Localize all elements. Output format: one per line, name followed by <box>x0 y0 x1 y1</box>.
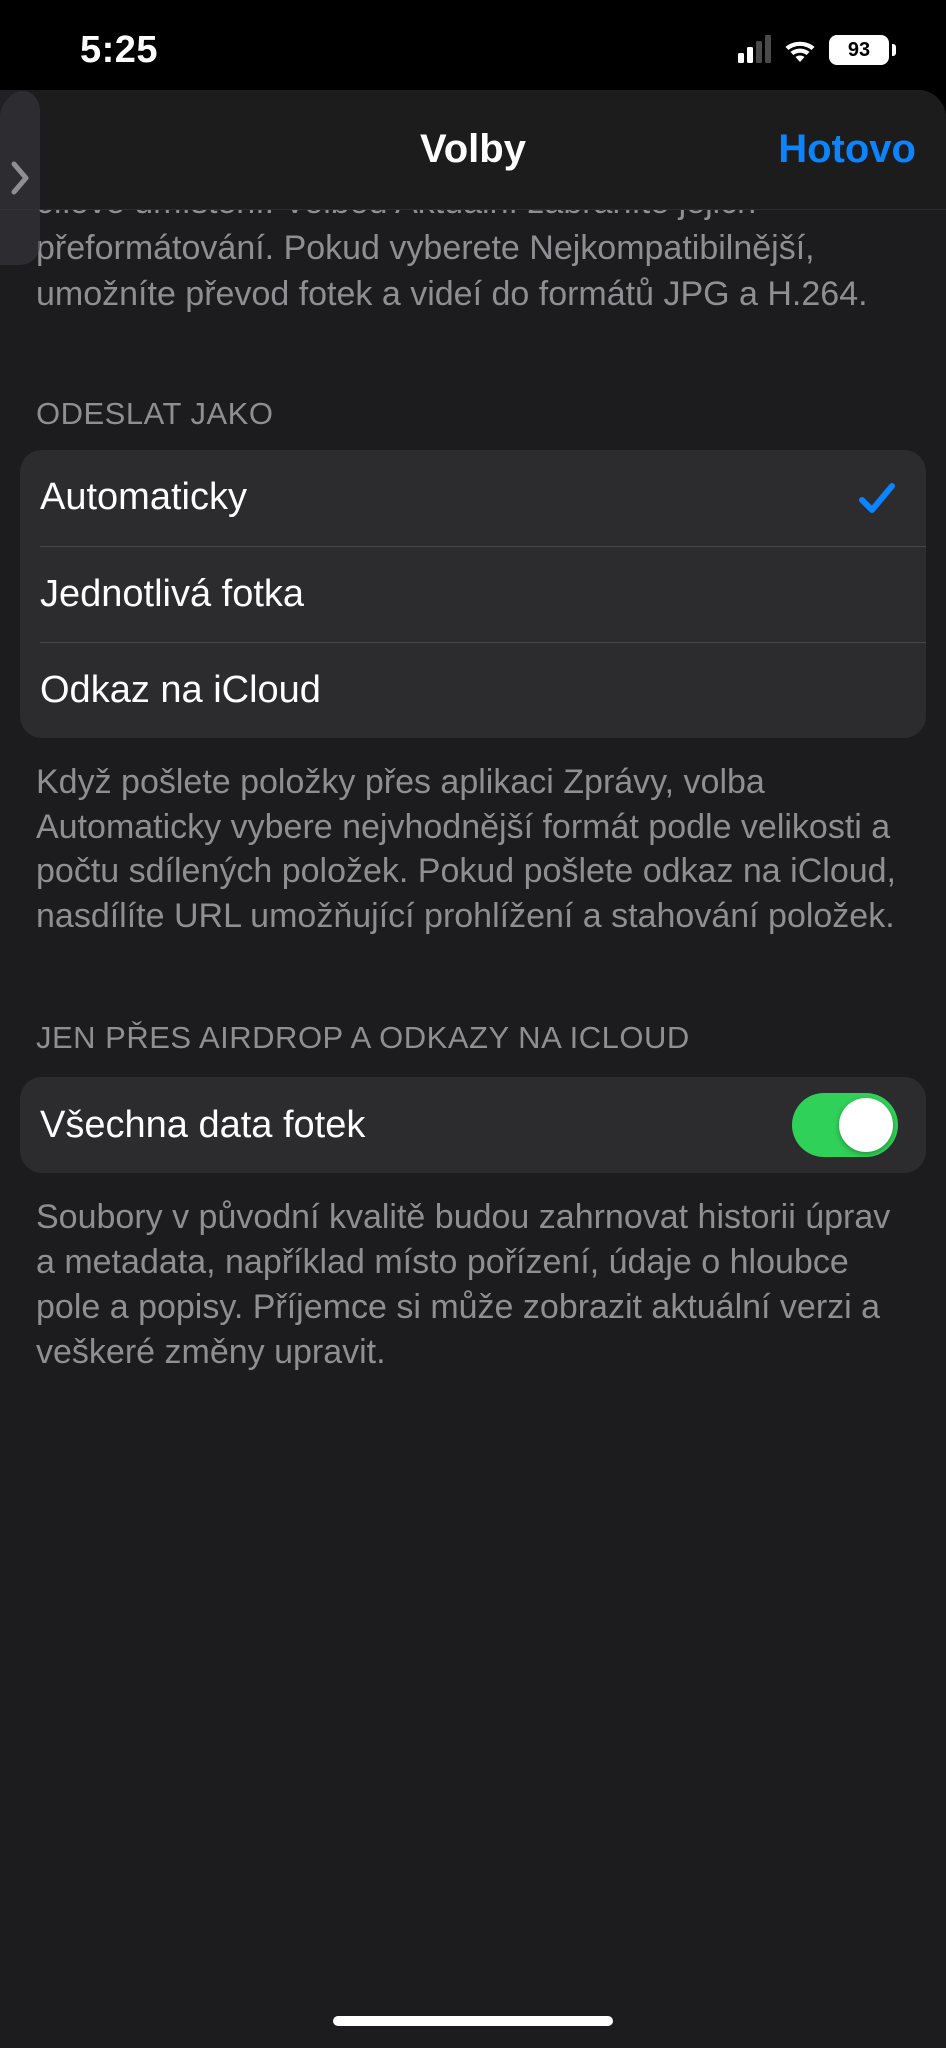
nav-title: Volby <box>420 127 526 172</box>
previous-section-footer: cílové umístění. Volbou Aktuální zabrání… <box>0 210 946 318</box>
nav-bar: Volby Hotovo <box>0 90 946 210</box>
options-sheet: Volby Hotovo cílové umístění. Volbou Akt… <box>0 90 946 2048</box>
row-label: Všechna data fotek <box>40 1104 365 1147</box>
battery-level: 93 <box>848 39 870 62</box>
status-indicators: 93 <box>738 35 896 65</box>
checkmark-icon <box>854 476 898 520</box>
send-as-footer: Když pošlete položky přes aplikaci Zpráv… <box>0 738 946 940</box>
all-photo-data-row[interactable]: Všechna data fotek <box>20 1077 926 1173</box>
send-as-header: ODESLAT JAKO <box>0 396 946 450</box>
option-label: Automaticky <box>40 476 247 519</box>
home-indicator[interactable] <box>333 2016 613 2026</box>
cellular-signal-icon <box>738 37 771 63</box>
back-edge-button[interactable] <box>0 90 40 265</box>
content-scroll[interactable]: cílové umístění. Volbou Aktuální zabrání… <box>0 210 946 2048</box>
option-label: Odkaz na iCloud <box>40 669 321 712</box>
status-time: 5:25 <box>80 29 158 72</box>
wifi-icon <box>783 37 817 63</box>
chevron-right-icon <box>10 158 30 198</box>
option-icloud-link[interactable]: Odkaz na iCloud <box>40 642 926 738</box>
option-label: Jednotlivá fotka <box>40 573 304 616</box>
airdrop-list: Všechna data fotek <box>20 1077 926 1173</box>
option-automatic[interactable]: Automaticky <box>20 450 926 546</box>
send-as-list: Automaticky Jednotlivá fotka Odkaz na iC… <box>20 450 926 738</box>
toggle-knob <box>839 1098 893 1152</box>
airdrop-header: JEN PŘES AIRDROP A ODKAZY NA ICLOUD <box>0 1017 946 1077</box>
airdrop-footer: Soubory v původní kvalitě budou zahrnova… <box>0 1173 946 1375</box>
all-photo-data-toggle[interactable] <box>792 1093 898 1157</box>
status-bar: 5:25 93 <box>0 0 946 100</box>
done-button[interactable]: Hotovo <box>778 90 916 209</box>
battery-indicator: 93 <box>829 35 896 65</box>
option-individual-photo[interactable]: Jednotlivá fotka <box>40 546 926 642</box>
